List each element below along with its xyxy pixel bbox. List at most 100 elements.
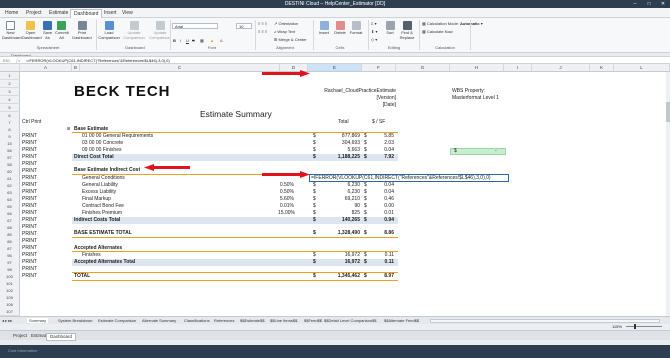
- ribbon-separator: [470, 20, 471, 50]
- horizontal-scrollbar[interactable]: [430, 319, 660, 323]
- menu-dashboard[interactable]: Dashboard: [70, 9, 103, 18]
- column-header[interactable]: L: [614, 64, 670, 72]
- calculation-mode-select[interactable]: ▦ Calculation Mode: Automatic ▾: [422, 21, 483, 26]
- column-header[interactable]: F: [362, 64, 396, 72]
- delete-cells-label: Delete: [334, 30, 346, 35]
- line-item-total: 304,693: [341, 140, 360, 146]
- zoom-slider[interactable]: [626, 326, 662, 327]
- sheet-tab-alternate-feed[interactable]: $$Alternate Feed$$: [384, 318, 419, 323]
- find-replace-button[interactable]: Find & Replace: [398, 21, 416, 40]
- sheet-tab-detail-comparison[interactable]: $$Detail Level Comparison$$: [324, 318, 376, 323]
- print-dashboard-button[interactable]: Print Dashboard: [70, 21, 94, 40]
- update-comparison-button[interactable]: Update Comparison: [122, 21, 146, 40]
- delete-cells-button[interactable]: Delete: [332, 21, 348, 36]
- sheet-tab-estimate-comparison[interactable]: Estimate Comparison: [98, 318, 136, 323]
- sheet-tab-summary[interactable]: Summary: [27, 318, 49, 323]
- indirect-item-total: 69,210: [344, 196, 360, 202]
- orientation-label: Orientation: [278, 21, 299, 26]
- tab-nav-icon[interactable]: ◂ ▸ ▸▸: [2, 318, 12, 323]
- align-top-icon[interactable]: ≡ ≡ ≡: [258, 21, 267, 26]
- load-comparison-button[interactable]: Load Comparison: [98, 21, 120, 40]
- cell-reference[interactable]: E61: [3, 58, 10, 63]
- clear-icon[interactable]: ◇ ▾: [371, 37, 377, 42]
- vertical-scrollbar[interactable]: [666, 72, 670, 316]
- column-header[interactable]: I: [504, 64, 532, 72]
- orientation-button[interactable]: ↗ Orientation: [274, 21, 298, 26]
- font-name-select[interactable]: Arial: [172, 23, 218, 29]
- column-header[interactable]: C: [80, 64, 280, 72]
- select-all-corner[interactable]: [0, 64, 20, 72]
- menu-insert[interactable]: Insert: [104, 10, 117, 16]
- font-size-select[interactable]: 10: [236, 23, 252, 29]
- row-header[interactable]: 5: [0, 104, 20, 112]
- open-dashboard-label: Open Dashboard: [22, 30, 42, 40]
- format-cells-button[interactable]: Format: [348, 21, 364, 36]
- column-header[interactable]: E: [308, 64, 362, 72]
- close-icon[interactable]: ✕: [656, 0, 670, 8]
- zoom-slider-thumb[interactable]: [634, 324, 636, 329]
- load-comparison-label: Load Comparison: [98, 30, 120, 40]
- row-header[interactable]: 3: [0, 88, 20, 96]
- calculate-now-button[interactable]: ▦ Calculate Now: [422, 29, 453, 34]
- menu-home[interactable]: Home: [5, 10, 18, 16]
- tab-project[interactable]: Project: [10, 333, 30, 339]
- autosum-icon[interactable]: Σ ▾: [371, 21, 377, 26]
- green-check-cell[interactable]: $ -: [450, 148, 506, 155]
- scrollbar-thumb[interactable]: [666, 102, 670, 122]
- row-header[interactable]: 4: [0, 96, 20, 104]
- open-dashboard-button[interactable]: Open Dashboard: [22, 21, 42, 40]
- column-header[interactable]: H: [450, 64, 504, 72]
- commit-all-button[interactable]: Commit All: [55, 21, 69, 40]
- fill-icon[interactable]: ⬇ ▾: [371, 29, 377, 34]
- insert-cells-button[interactable]: Insert: [316, 21, 332, 36]
- spreadsheet-grid[interactable]: A B C D E F G H I J K L 1 2 3 4 5 6 7 8 …: [0, 64, 670, 316]
- underline-button[interactable]: U: [186, 38, 189, 43]
- expand-icon[interactable]: ⊞: [67, 125, 70, 132]
- bold-button[interactable]: B: [173, 38, 176, 43]
- menu-project[interactable]: Project: [26, 10, 42, 16]
- sort-button[interactable]: Sort: [383, 21, 397, 36]
- sheet-tab-line-items[interactable]: $$Line Items$$: [270, 318, 297, 323]
- indirect-item-total: 825: [351, 210, 360, 216]
- red-arrow-icon: [262, 70, 310, 77]
- minimize-icon[interactable]: –: [628, 0, 642, 8]
- menu-view[interactable]: View: [122, 10, 133, 16]
- menu-estimate[interactable]: Estimate: [49, 10, 68, 16]
- alternates-total-label: Accepted Alternates Total: [74, 259, 136, 265]
- row-header[interactable]: 1: [0, 72, 20, 80]
- strike-button[interactable]: S: [192, 38, 195, 43]
- column-header[interactable]: K: [590, 64, 614, 72]
- italic-button[interactable]: I: [180, 38, 181, 43]
- column-header[interactable]: B: [72, 64, 80, 72]
- active-cell-editor[interactable]: =IFERROR(VLOOKUP(C61,INDIRECT("Reference…: [309, 174, 509, 182]
- formula-input[interactable]: =IFERROR(VLOOKUP(C61,INDIRECT("Reference…: [26, 58, 170, 63]
- fill-color-icon[interactable]: ▲: [210, 38, 214, 43]
- sheet-tab-estimate-data[interactable]: $$Estimate$$: [240, 318, 264, 323]
- maximize-icon[interactable]: □: [642, 0, 656, 8]
- print-flag: PRINT: [22, 224, 37, 230]
- font-color-icon[interactable]: A: [220, 38, 223, 43]
- update-comparison-alt-button[interactable]: Update Comparison: [148, 21, 172, 40]
- save-as-button[interactable]: Save As: [41, 21, 54, 40]
- row-header[interactable]: 107: [0, 308, 20, 316]
- merge-center-button[interactable]: ⊞ Merge & Center: [274, 37, 307, 42]
- sheet-tab-classifications[interactable]: Classifications: [184, 318, 210, 323]
- wrap-text-button[interactable]: ⤶ Wrap Text: [274, 29, 295, 34]
- align-left-icon[interactable]: ≡ ≡ ≡: [258, 29, 267, 34]
- indirect-item-total: 90: [354, 203, 360, 209]
- column-header[interactable]: J: [532, 64, 590, 72]
- update-comparison-alt-label: Update Comparison: [149, 30, 171, 40]
- column-header[interactable]: A: [20, 64, 72, 72]
- border-icon[interactable]: ▦: [200, 38, 204, 43]
- sheet-tab-references[interactable]: References: [214, 318, 234, 323]
- column-header[interactable]: G: [396, 64, 450, 72]
- sheet-tab-feed[interactable]: $$Feed$$: [304, 318, 322, 323]
- row-header[interactable]: 2: [0, 80, 20, 88]
- sheet-tab-system-breakdown[interactable]: System Breakdown: [58, 318, 92, 323]
- sort-icon: [385, 21, 395, 30]
- sheet-tab-alternate-summary[interactable]: Alternate Summary: [142, 318, 176, 323]
- indirect-item-total: 6,230: [347, 182, 360, 188]
- indirect-item-pct: 5.60%: [279, 196, 294, 202]
- tab-dashboard[interactable]: Dashboard: [46, 333, 77, 341]
- new-dashboard-button[interactable]: New Dashboard: [2, 21, 22, 40]
